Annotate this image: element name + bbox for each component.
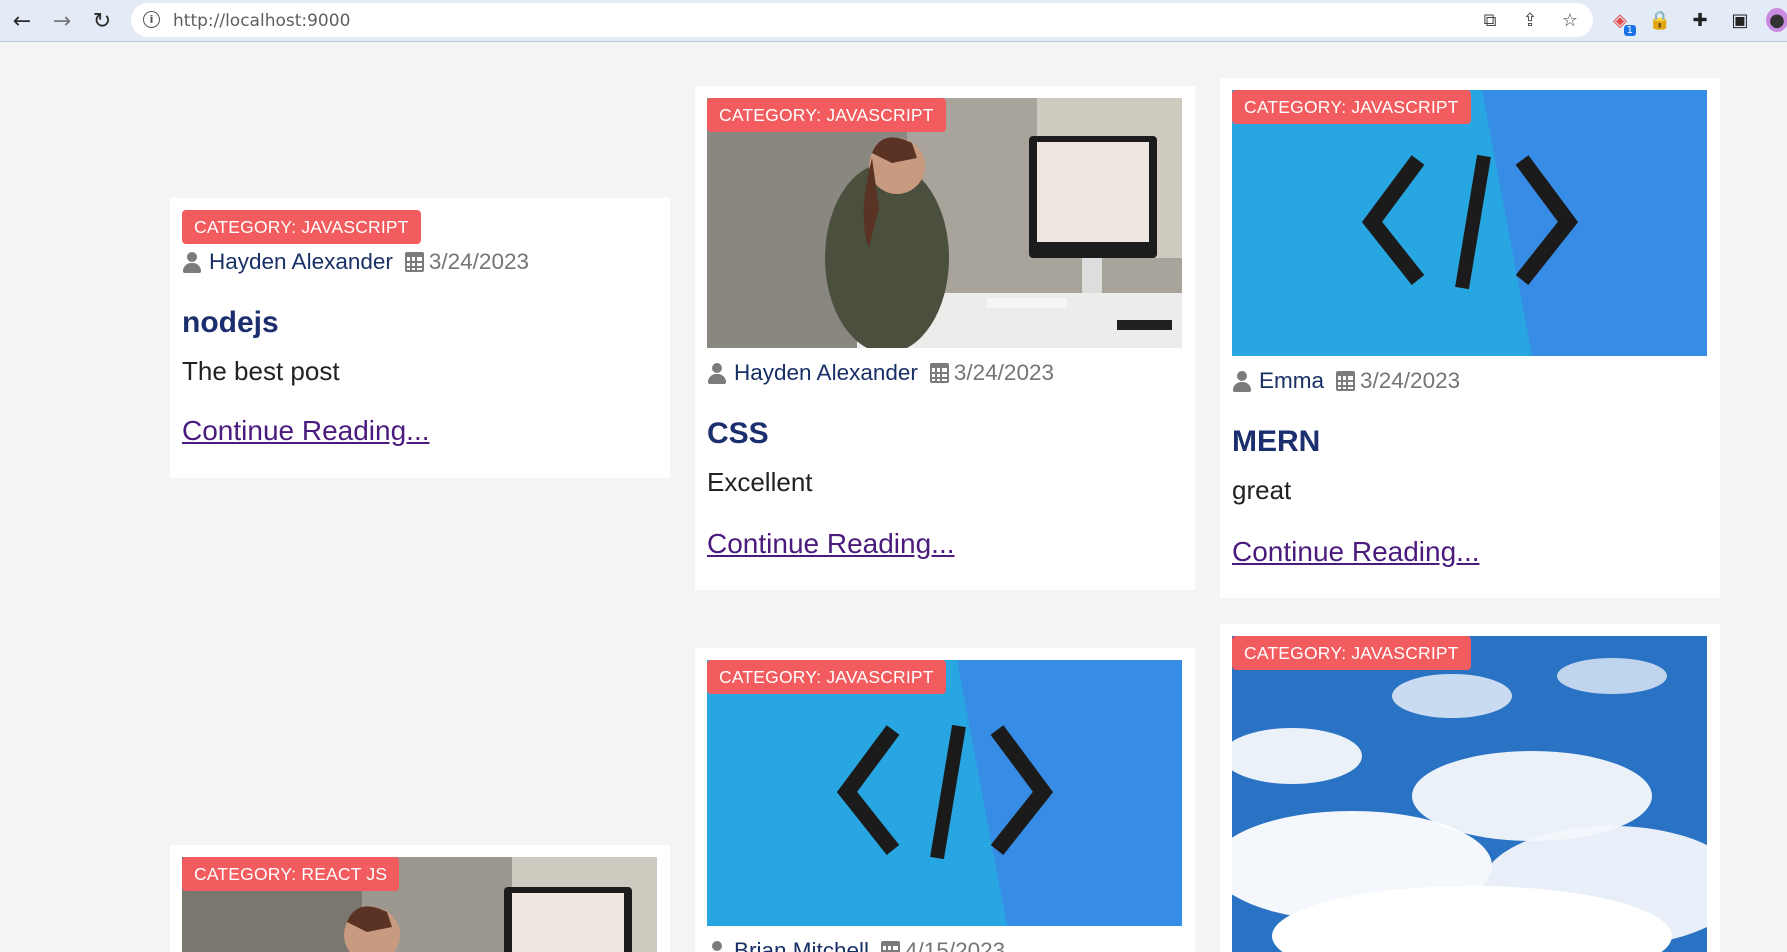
calendar-icon [1336,371,1356,391]
author-name[interactable]: Brian Mitchell [734,937,869,952]
address-bar[interactable]: i http://localhost:9000 ⧉ ⇪ ☆ [131,3,1593,37]
user-icon [707,940,727,952]
post-card: CATEGORY: JAVASCRIPT Brian Mitchell 4/15… [695,648,1195,952]
user-icon [1232,370,1252,392]
url-text[interactable]: http://localhost:9000 [173,11,350,31]
cloudy-sky-image [1232,636,1707,952]
category-badge[interactable]: CATEGORY: JAVASCRIPT [707,98,946,132]
post-image[interactable]: CATEGORY: JAVASCRIPT [1232,90,1707,356]
post-title[interactable]: CSS [707,417,1183,451]
category-badge[interactable]: CATEGORY: JAVASCRIPT [1232,636,1471,670]
post-meta: Emma 3/24/2023 [1232,367,1708,395]
side-panel-icon[interactable]: ▣ [1728,8,1752,32]
user-icon [182,251,202,273]
category-badge[interactable]: CATEGORY: REACT JS [182,857,400,891]
post-card: CATEGORY: JAVASCRIPT [1220,624,1720,952]
calendar-icon [881,941,901,952]
post-excerpt: Excellent [707,467,813,497]
author-name[interactable]: Hayden Alexander [734,359,918,387]
extension-icon[interactable]: ◈ 1 [1608,8,1636,36]
calendar-icon [404,252,424,272]
post-excerpt: great [1232,475,1292,505]
post-card: CATEGORY: REACT JS [170,845,670,952]
post-meta: Hayden Alexander 3/24/2023 [182,248,658,276]
profile-avatar-icon[interactable]: ● [1766,8,1787,32]
author-name[interactable]: Hayden Alexander [209,248,393,276]
post-card: CATEGORY: JAVASCRIPT Hayden Alexander 3/… [170,198,670,478]
post-date: 4/15/2023 [905,938,1006,952]
post-image[interactable]: CATEGORY: JAVASCRIPT [1232,636,1707,952]
reload-icon[interactable]: ↻ [88,7,116,35]
continue-reading-link[interactable]: Continue Reading... [182,415,430,447]
post-meta: Brian Mitchell 4/15/2023 [707,937,1183,952]
open-in-new-icon[interactable]: ⧉ [1479,9,1501,31]
browser-toolbar: ← → ↻ i http://localhost:9000 ⧉ ⇪ ☆ ◈ 1 … [0,0,1787,42]
post-image[interactable]: CATEGORY: REACT JS [182,857,657,952]
post-title[interactable]: nodejs [182,306,658,340]
category-badge[interactable]: CATEGORY: JAVASCRIPT [182,210,421,244]
share-icon[interactable]: ⇪ [1519,9,1541,31]
post-excerpt: The best post [182,356,340,386]
post-title[interactable]: MERN [1232,425,1708,459]
author-name[interactable]: Emma [1259,367,1324,395]
woman-at-computer-image [707,98,1182,348]
category-badge[interactable]: CATEGORY: JAVASCRIPT [1232,90,1471,124]
code-brackets-image [707,660,1182,926]
post-date: 3/24/2023 [1360,368,1461,393]
continue-reading-link[interactable]: Continue Reading... [707,528,955,560]
continue-reading-link[interactable]: Continue Reading... [1232,536,1480,568]
post-meta: Hayden Alexander 3/24/2023 [707,359,1183,387]
category-badge[interactable]: CATEGORY: JAVASCRIPT [707,660,946,694]
post-date: 3/24/2023 [953,360,1054,385]
post-image[interactable]: CATEGORY: JAVASCRIPT [707,98,1182,348]
post-date: 3/24/2023 [428,249,529,274]
extension-lock-icon[interactable]: 🔒 [1648,8,1672,32]
extension-badge: 1 [1623,25,1636,36]
user-icon [707,362,727,384]
back-icon[interactable]: ← [8,7,36,35]
bookmark-star-icon[interactable]: ☆ [1559,9,1581,31]
post-card: CATEGORY: JAVASCRIPT Emma 3/24/2023 MERN… [1220,78,1720,598]
forward-icon[interactable]: → [48,7,76,35]
site-info-icon[interactable]: i [143,11,160,28]
post-image[interactable]: CATEGORY: JAVASCRIPT [707,660,1182,926]
post-card: CATEGORY: JAVASCRIPT Hayden Alexander 3/… [695,86,1195,590]
extensions-puzzle-icon[interactable]: ✚ [1688,8,1712,32]
code-brackets-image [1232,90,1707,356]
calendar-icon [929,363,949,383]
